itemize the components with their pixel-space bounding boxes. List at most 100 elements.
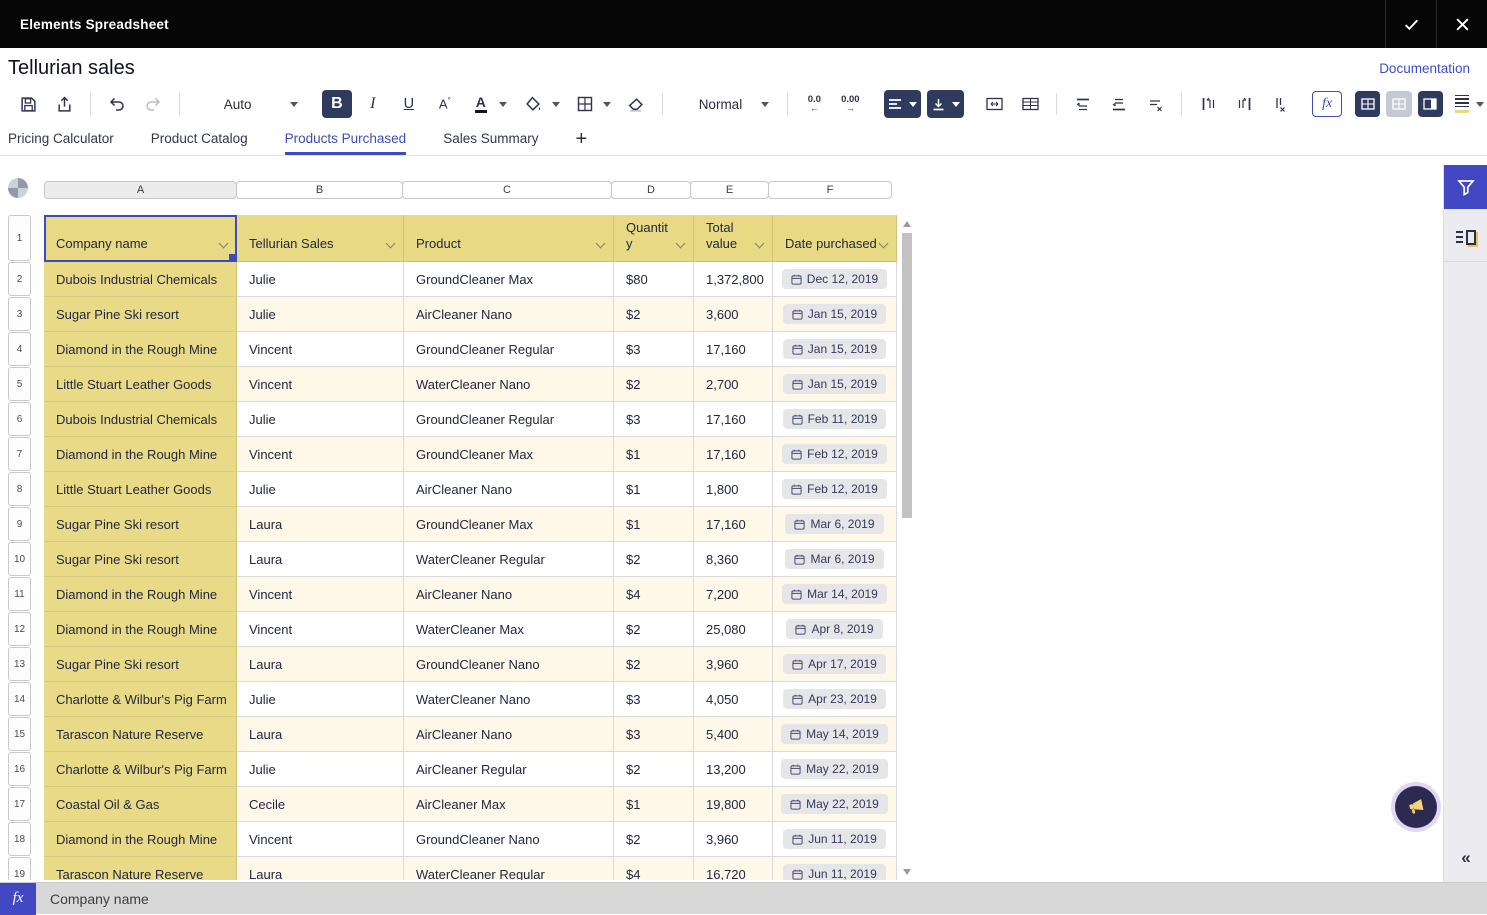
cell-A12[interactable]: Diamond in the Rough Mine (44, 612, 237, 647)
scroll-up-icon[interactable] (903, 221, 911, 227)
cell-A6[interactable]: Dubois Industrial Chemicals (44, 402, 237, 437)
add-sheet-button[interactable]: + (575, 122, 587, 155)
cell-E18[interactable]: 3,960 (694, 822, 773, 857)
cell-A13[interactable]: Sugar Pine Ski resort (44, 647, 237, 682)
cell-F8[interactable]: Feb 12, 2019 (773, 472, 897, 507)
cell-D13[interactable]: $2 (614, 647, 694, 682)
scroll-down-icon[interactable] (903, 869, 911, 875)
column-header-c[interactable]: C (402, 181, 612, 199)
table-disabled-button[interactable] (1386, 91, 1411, 117)
row-header-1[interactable]: 1 (8, 215, 31, 261)
cell-C8[interactable]: AirCleaner Nano (404, 472, 614, 507)
cell-F6[interactable]: Feb 11, 2019 (773, 402, 897, 437)
row-header-4[interactable]: 4 (8, 332, 31, 366)
cell-B7[interactable]: Vincent (237, 437, 404, 472)
cell-F9[interactable]: Mar 6, 2019 (773, 507, 897, 542)
row-header-12[interactable]: 12 (8, 612, 31, 646)
merge-cells-button[interactable] (979, 90, 1009, 118)
row-header-6[interactable]: 6 (8, 402, 31, 436)
header-cell-date-purchased[interactable]: Date purchased (773, 215, 897, 262)
cell-C16[interactable]: AirCleaner Regular (404, 752, 614, 787)
cell-D9[interactable]: $1 (614, 507, 694, 542)
cell-C13[interactable]: GroundCleaner Nano (404, 647, 614, 682)
cell-A2[interactable]: Dubois Industrial Chemicals (44, 262, 237, 297)
cell-F15[interactable]: May 14, 2019 (773, 717, 897, 752)
cell-A7[interactable]: Diamond in the Rough Mine (44, 437, 237, 472)
cell-E4[interactable]: 17,160 (694, 332, 773, 367)
confirm-button[interactable] (1385, 0, 1436, 48)
vertical-scrollbar[interactable] (901, 215, 913, 879)
cell-style-dropdown[interactable]: Normal (689, 90, 780, 118)
formula-button[interactable]: fx (1312, 91, 1342, 117)
borders-button[interactable] (570, 90, 600, 118)
cell-C19[interactable]: WaterCleaner Regular (404, 857, 614, 880)
row-header-9[interactable]: 9 (8, 507, 31, 541)
cell-A17[interactable]: Coastal Oil & Gas (44, 787, 237, 822)
cell-F17[interactable]: May 22, 2019 (773, 787, 897, 822)
header-cell-company-name[interactable]: Company name (44, 215, 237, 262)
cell-E19[interactable]: 16,720 (694, 857, 773, 880)
cell-D5[interactable]: $2 (614, 367, 694, 402)
cell-D4[interactable]: $3 (614, 332, 694, 367)
cell-B9[interactable]: Laura (237, 507, 404, 542)
cell-C4[interactable]: GroundCleaner Regular (404, 332, 614, 367)
cell-C14[interactable]: WaterCleaner Nano (404, 682, 614, 717)
cell-A11[interactable]: Diamond in the Rough Mine (44, 577, 237, 612)
cell-C10[interactable]: WaterCleaner Regular (404, 542, 614, 577)
cell-B8[interactable]: Julie (237, 472, 404, 507)
increase-decimal-button[interactable]: 0.00→ (835, 90, 865, 118)
row-header-2[interactable]: 2 (8, 262, 31, 296)
column-header-e[interactable]: E (690, 181, 769, 199)
undo-button[interactable] (102, 90, 132, 118)
cell-D19[interactable]: $4 (614, 857, 694, 880)
fill-color-button[interactable] (519, 90, 549, 118)
panel-view-button[interactable] (1418, 91, 1443, 117)
cell-B12[interactable]: Vincent (237, 612, 404, 647)
cell-B5[interactable]: Vincent (237, 367, 404, 402)
cell-B4[interactable]: Vincent (237, 332, 404, 367)
font-size-dropdown[interactable]: Auto (214, 90, 308, 118)
cell-C9[interactable]: GroundCleaner Max (404, 507, 614, 542)
row-header-19[interactable]: 19 (8, 857, 31, 880)
export-button[interactable] (49, 90, 79, 118)
cell-D17[interactable]: $1 (614, 787, 694, 822)
row-header-14[interactable]: 14 (8, 682, 31, 716)
cell-C6[interactable]: GroundCleaner Regular (404, 402, 614, 437)
cell-F19[interactable]: Jun 11, 2019 (773, 857, 897, 880)
row-header-11[interactable]: 11 (8, 577, 31, 611)
cell-B16[interactable]: Julie (237, 752, 404, 787)
tab-products-purchased[interactable]: Products Purchased (285, 122, 407, 155)
cell-A14[interactable]: Charlotte & Wilbur's Pig Farm (44, 682, 237, 717)
cell-A19[interactable]: Tarascon Nature Reserve (44, 857, 237, 880)
bold-button[interactable]: B (322, 90, 352, 118)
fill-color-dropdown-icon[interactable] (552, 102, 560, 107)
cell-B11[interactable]: Vincent (237, 577, 404, 612)
cell-B6[interactable]: Julie (237, 402, 404, 437)
insert-column-left-button[interactable] (1193, 90, 1223, 118)
cell-B18[interactable]: Vincent (237, 822, 404, 857)
cell-E16[interactable]: 13,200 (694, 752, 773, 787)
cell-E8[interactable]: 1,800 (694, 472, 773, 507)
cell-A8[interactable]: Little Stuart Leather Goods (44, 472, 237, 507)
row-header-16[interactable]: 16 (8, 752, 31, 786)
cell-E5[interactable]: 2,700 (694, 367, 773, 402)
vertical-align-button[interactable] (927, 90, 964, 118)
cell-C3[interactable]: AirCleaner Nano (404, 297, 614, 332)
row-header-8[interactable]: 8 (8, 472, 31, 506)
cell-B17[interactable]: Cecile (237, 787, 404, 822)
column-header-a[interactable]: A (44, 181, 237, 199)
select-all-icon[interactable] (8, 178, 28, 198)
cell-E10[interactable]: 8,360 (694, 542, 773, 577)
cell-F3[interactable]: Jan 15, 2019 (773, 297, 897, 332)
text-color-button[interactable]: A (466, 90, 496, 118)
column-header-b[interactable]: B (236, 181, 403, 199)
cell-E7[interactable]: 17,160 (694, 437, 773, 472)
cell-F12[interactable]: Apr 8, 2019 (773, 612, 897, 647)
row-header-10[interactable]: 10 (8, 542, 31, 576)
announcements-button[interactable] (1395, 786, 1437, 828)
cell-B19[interactable]: Laura (237, 857, 404, 880)
cell-C5[interactable]: WaterCleaner Nano (404, 367, 614, 402)
cell-E11[interactable]: 7,200 (694, 577, 773, 612)
row-header-15[interactable]: 15 (8, 717, 31, 751)
delete-row-button[interactable] (1140, 90, 1170, 118)
